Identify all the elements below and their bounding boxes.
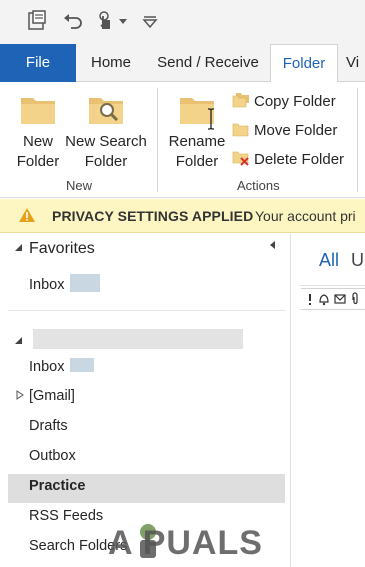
new-search-folder-button[interactable]: New Search Folder: [64, 92, 148, 172]
tab-home[interactable]: Home: [80, 44, 142, 82]
group-label-new: New: [66, 178, 93, 193]
favorites-header[interactable]: Favorites: [14, 240, 95, 258]
touch-mode-icon[interactable]: [95, 10, 117, 32]
privacy-banner: PRIVACY SETTINGS APPLIED Your account pr…: [0, 199, 365, 233]
move-folder-icon: [232, 123, 249, 137]
delete-folder-icon: [232, 151, 249, 166]
item-icon-column-icon[interactable]: [333, 292, 347, 306]
dropdown-arrow-icon[interactable]: [118, 16, 128, 26]
folder-icon: [21, 98, 55, 124]
account-header[interactable]: [14, 329, 243, 351]
delete-folder-label: Delete Folder: [254, 151, 345, 168]
expanded-triangle-icon: [15, 244, 22, 251]
message-list: All U: [291, 234, 365, 567]
message-list-header: [301, 288, 365, 310]
folder-outbox[interactable]: Outbox: [29, 448, 76, 464]
copy-folder-label: Copy Folder: [254, 93, 336, 110]
reminder-bell-icon[interactable]: [317, 292, 331, 306]
ribbon-divider: [357, 88, 358, 192]
rename-folder-button[interactable]: Rename Folder: [166, 92, 228, 172]
redacted-count: [70, 274, 101, 292]
customize-toolbar-icon[interactable]: [140, 10, 162, 32]
collapsed-triangle-icon[interactable]: [16, 390, 24, 400]
attachment-icon[interactable]: [349, 292, 363, 306]
folder-pane: Favorites Inbox Inbox [Gmail] Drafts Out…: [0, 234, 291, 567]
watermark-text: A PUALS: [108, 524, 263, 562]
favorite-inbox-label: Inbox: [29, 277, 65, 293]
banner-title: PRIVACY SETTINGS APPLIED: [52, 208, 254, 224]
new-search-folder-label-1: New Search: [65, 133, 147, 150]
importance-icon[interactable]: [303, 292, 317, 306]
appuals-watermark: A PUALS: [108, 520, 308, 564]
ribbon-folder: New Folder New Search Folder New Rename …: [0, 82, 365, 198]
new-folder-button[interactable]: New Folder: [10, 92, 66, 172]
new-folder-label-1: New: [22, 133, 53, 150]
group-label-actions: Actions: [237, 178, 280, 193]
list-divider: [300, 285, 365, 286]
ribbon-divider: [157, 88, 158, 192]
banner-message: Your account pri: [255, 208, 356, 224]
folder-drafts[interactable]: Drafts: [29, 418, 68, 434]
favorites-label: Favorites: [29, 240, 95, 257]
search-folder-icon: [89, 98, 123, 124]
folder-gmail[interactable]: [Gmail]: [16, 388, 75, 404]
folder-rss-feeds[interactable]: RSS Feeds: [29, 508, 103, 524]
quick-access-toolbar: [0, 0, 365, 44]
ribbon-tabs: File Home Send / Receive Folder Vi: [0, 44, 365, 83]
rename-folder-label-1: Rename: [168, 133, 226, 150]
undo-icon[interactable]: [62, 10, 84, 32]
filter-unread[interactable]: U: [351, 250, 364, 271]
rename-folder-label-2: Folder: [175, 153, 219, 170]
favorite-inbox[interactable]: Inbox: [29, 274, 101, 293]
outlook-app-icon[interactable]: [26, 10, 48, 32]
copy-folder-button[interactable]: Copy Folder: [232, 92, 336, 112]
folder-inbox[interactable]: Inbox: [29, 358, 95, 375]
tab-folder[interactable]: Folder: [270, 44, 338, 83]
copy-folder-icon: [232, 93, 249, 108]
folder-inbox-label: Inbox: [29, 359, 65, 375]
tab-send-receive[interactable]: Send / Receive: [150, 44, 266, 82]
collapse-pane-icon[interactable]: [268, 240, 278, 250]
warning-icon: [19, 208, 35, 222]
text-cursor-icon: [208, 108, 214, 130]
folder-gmail-label: [Gmail]: [29, 388, 75, 404]
tab-file[interactable]: File: [0, 44, 76, 82]
pane-divider: [8, 310, 285, 311]
new-search-folder-label-2: Folder: [84, 153, 128, 170]
tab-view[interactable]: Vi: [346, 44, 365, 82]
filter-all[interactable]: All: [319, 250, 339, 271]
folder-practice[interactable]: Practice: [29, 478, 85, 494]
delete-folder-button[interactable]: Delete Folder: [232, 150, 344, 170]
redacted-account-name: [33, 329, 243, 349]
new-folder-label-2: Folder: [16, 153, 60, 170]
redacted-count: [70, 358, 95, 372]
move-folder-label: Move Folder: [254, 122, 338, 139]
expanded-triangle-icon: [15, 337, 22, 344]
move-folder-button[interactable]: Move Folder: [232, 121, 337, 141]
